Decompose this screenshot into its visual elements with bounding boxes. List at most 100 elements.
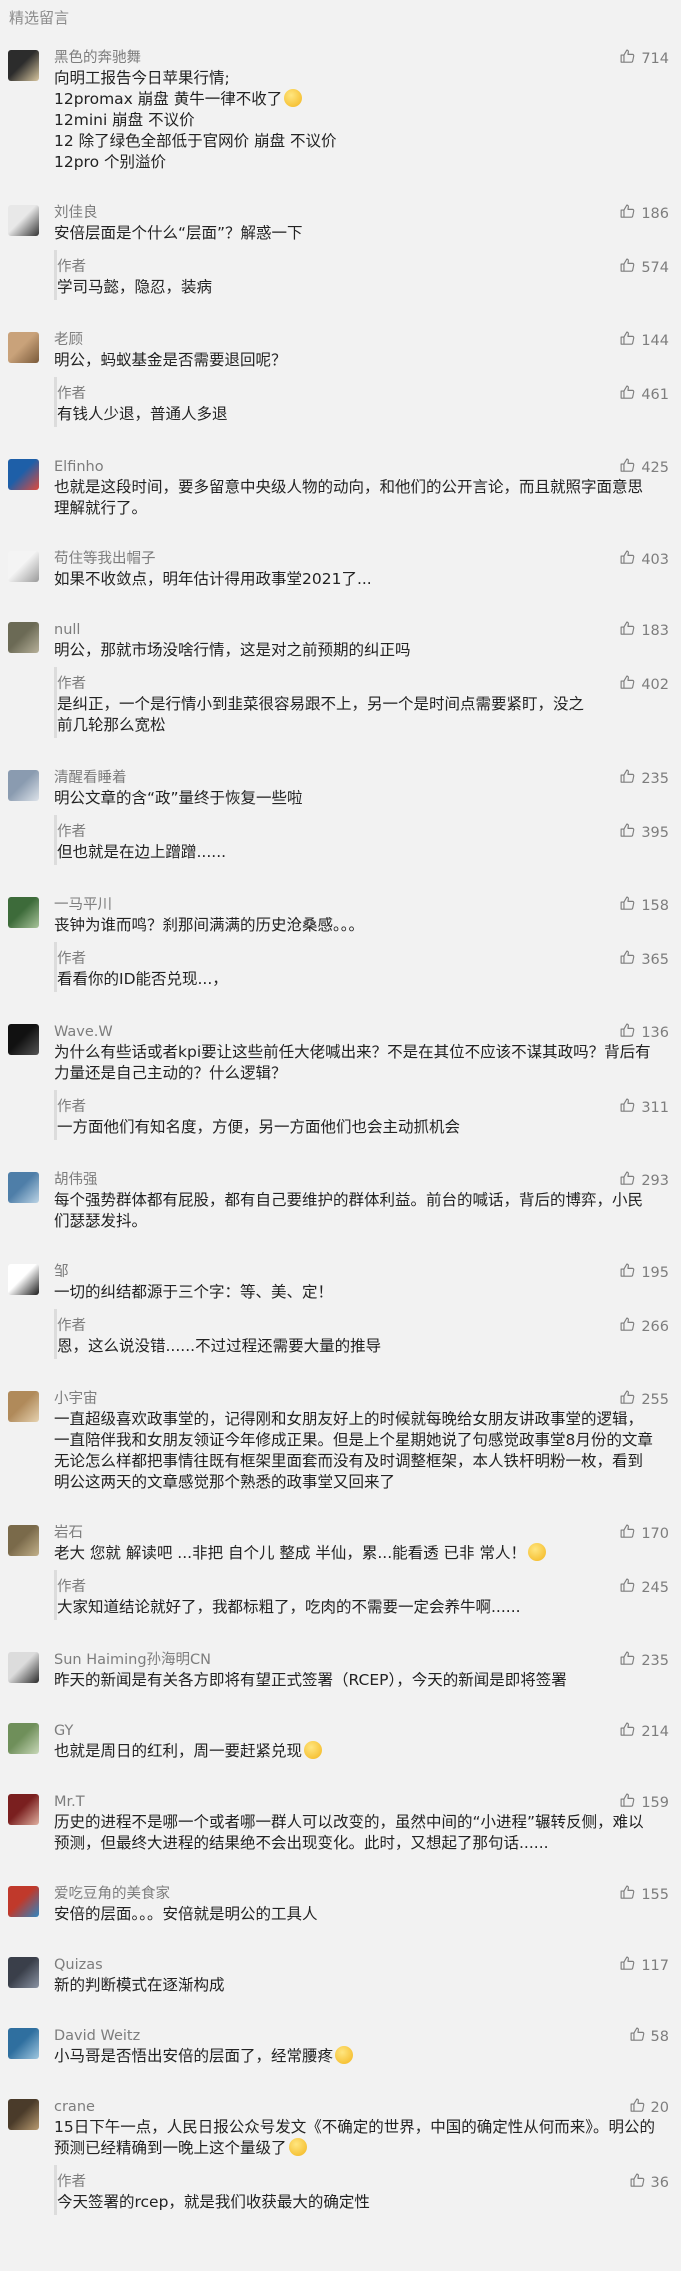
- comment-line: 12 除了绿色全部低于官网价 崩盘 不议价: [54, 131, 655, 152]
- like-button[interactable]: 144: [619, 330, 669, 351]
- reply-body: 作者 是纠正，一个是行情小到韭菜很容易跟不上，另一个是时间点需要紧盯，没之前几轮那…: [54, 674, 595, 736]
- like-button[interactable]: 461: [619, 384, 669, 405]
- like-button[interactable]: 235: [619, 768, 669, 789]
- like-button[interactable]: 395: [619, 822, 669, 843]
- comment-item: Mr.T 159 历史的进程不是哪一个或者哪一群人可以改变的，虽然中间的“小进程”辗…: [0, 1776, 681, 1868]
- comment-line-text: 安倍的层面。。。安倍就是明公的工具人: [54, 1905, 318, 1923]
- comment-item: 一马平川 158 丧钟为谁而鸣？刹那间满满的历史沧桑感。。。 作者 看看你的ID能否兑现…: [0, 879, 681, 1006]
- like-button[interactable]: 714: [619, 48, 669, 69]
- avatar[interactable]: [8, 770, 39, 801]
- author-label: 作者: [57, 1318, 86, 1334]
- like-button[interactable]: 170: [619, 1523, 669, 1544]
- avatar[interactable]: [8, 1172, 39, 1203]
- avatar-image: [8, 2028, 39, 2059]
- avatar[interactable]: [8, 1391, 39, 1422]
- reply-text: 一方面他们有知名度，方便，另一方面他们也会主动抓机会: [57, 1118, 461, 1136]
- like-button[interactable]: 402: [619, 674, 669, 695]
- like-button[interactable]: 365: [619, 949, 669, 970]
- like-button[interactable]: 195: [619, 1262, 669, 1283]
- comment-line-text: 12mini 崩盘 不议价: [54, 111, 195, 129]
- reply-text: 是纠正，一个是行情小到韭菜很容易跟不上，另一个是时间点需要紧盯，没之前几轮那么宽…: [57, 695, 585, 734]
- like-count: 311: [641, 1099, 669, 1116]
- comment-text: 明公，蚂蚁基金是否需要退回呢？: [54, 350, 665, 371]
- comment-line: 安倍层面是个什么“层面”？解惑一下: [54, 223, 655, 244]
- like-count: 183: [641, 622, 669, 639]
- avatar[interactable]: [8, 897, 39, 928]
- comment-line-text: 老大 您就 解读吧 ...非把 自个儿 整成 半仙，累...能看透 已非 常人！: [54, 1544, 526, 1562]
- comment-line-text: 每个强势群体都有屁股，都有自己要维护的群体利益。前台的喊话，背后的博弈，小民们瑟…: [54, 1191, 644, 1230]
- like-button[interactable]: 425: [619, 457, 669, 478]
- avatar[interactable]: [8, 205, 39, 236]
- reply-text: 学司马懿，隐忍，装病: [57, 278, 213, 296]
- like-button[interactable]: 36: [629, 2172, 669, 2193]
- comment-text: 历史的进程不是哪一个或者哪一群人可以改变的，虽然中间的“小进程”辗转反侧，难以预…: [54, 1812, 665, 1854]
- avatar-image: [8, 1794, 39, 1825]
- like-button[interactable]: 117: [619, 1955, 669, 1976]
- avatar[interactable]: [8, 1886, 39, 1917]
- comment-line: 小马哥是否悟出安倍的层面了，经常腰疼: [54, 2046, 655, 2067]
- comment-text: 也就是这段时间，要多留意中央级人物的动向，和他们的公开言论，而且就照字面意思理解…: [54, 477, 665, 519]
- avatar[interactable]: [8, 1264, 39, 1295]
- author-label: 作者: [57, 1099, 86, 1115]
- avatar[interactable]: [8, 2028, 39, 2059]
- like-count: 461: [641, 386, 669, 403]
- like-count: 293: [641, 1172, 669, 1189]
- avatar[interactable]: [8, 459, 39, 490]
- like-button[interactable]: 311: [619, 1097, 669, 1118]
- like-button[interactable]: 183: [619, 620, 669, 641]
- avatar-image: [8, 2099, 39, 2130]
- comment-text: 昨天的新闻是有关各方即将有望正式签署（RCEP），今天的新闻是即将签署: [54, 1670, 665, 1691]
- like-button[interactable]: 155: [619, 1884, 669, 1905]
- avatar[interactable]: [8, 50, 39, 81]
- like-count: 395: [641, 824, 669, 841]
- thumbs-up-icon: [619, 549, 636, 570]
- like-button[interactable]: 58: [629, 2026, 669, 2047]
- comment-line-text: 昨天的新闻是有关各方即将有望正式签署（RCEP），今天的新闻是即将签署: [54, 1671, 567, 1689]
- comment-line-text: 12pro 个别溢价: [54, 153, 167, 171]
- thumbs-up-icon: [619, 257, 636, 278]
- comment-item: 岩石 170 老大 您就 解读吧 ...非把 自个儿 整成 半仙，累...能看透 已…: [0, 1507, 681, 1634]
- commenter-name: 小宇宙: [54, 1391, 98, 1407]
- like-button[interactable]: 255: [619, 1389, 669, 1410]
- thumbs-up-icon: [629, 2026, 646, 2047]
- avatar[interactable]: [8, 332, 39, 363]
- like-count: 255: [641, 1391, 669, 1408]
- like-button[interactable]: 266: [619, 1316, 669, 1337]
- avatar[interactable]: [8, 1525, 39, 1556]
- commenter-name: GY: [54, 1723, 74, 1739]
- like-button[interactable]: 235: [619, 1650, 669, 1671]
- avatar-image: [8, 897, 39, 928]
- avatar[interactable]: [8, 1652, 39, 1683]
- like-button[interactable]: 186: [619, 203, 669, 224]
- thumbs-up-icon: [619, 384, 636, 405]
- avatar[interactable]: [8, 1794, 39, 1825]
- like-count: 235: [641, 770, 669, 787]
- comment-line-text: 明公，那就市场没啥行情，这是对之前预期的纠正吗: [54, 641, 411, 659]
- avatar[interactable]: [8, 622, 39, 653]
- like-button[interactable]: 159: [619, 1792, 669, 1813]
- thumbs-up-icon: [619, 48, 636, 69]
- avatar-image: [8, 1391, 39, 1422]
- avatar[interactable]: [8, 551, 39, 582]
- comment-line-text: 一切的纠结都源于三个字：等、美、定！: [54, 1283, 334, 1301]
- avatar[interactable]: [8, 1957, 39, 1988]
- comment-line-text: 也就是这段时间，要多留意中央级人物的动向，和他们的公开言论，而且就照字面意思理解…: [54, 478, 644, 517]
- comment-line: 新的判断模式在逐渐构成: [54, 1975, 655, 1996]
- like-button[interactable]: 214: [619, 1721, 669, 1742]
- avatar[interactable]: [8, 1024, 39, 1055]
- comments-section: 精选留言 黑色的奔驰舞 714 向明工报告今日苹果行情; 12promax 崩盘 黄牛…: [0, 0, 681, 2229]
- like-button[interactable]: 158: [619, 895, 669, 916]
- like-button[interactable]: 245: [619, 1577, 669, 1598]
- reply-body: 作者 今天签署的rcep，就是我们收获最大的确定性: [54, 2172, 595, 2213]
- comment-line: 一切的纠结都源于三个字：等、美、定！: [54, 1282, 655, 1303]
- thumbs-up-icon: [619, 1955, 636, 1976]
- like-button[interactable]: 574: [619, 257, 669, 278]
- commenter-name: 邹: [54, 1264, 69, 1280]
- avatar[interactable]: [8, 2099, 39, 2130]
- like-button[interactable]: 293: [619, 1170, 669, 1191]
- avatar[interactable]: [8, 1723, 39, 1754]
- like-button[interactable]: 403: [619, 549, 669, 570]
- like-button[interactable]: 20: [629, 2097, 669, 2118]
- like-count: 158: [641, 897, 669, 914]
- like-button[interactable]: 136: [619, 1022, 669, 1043]
